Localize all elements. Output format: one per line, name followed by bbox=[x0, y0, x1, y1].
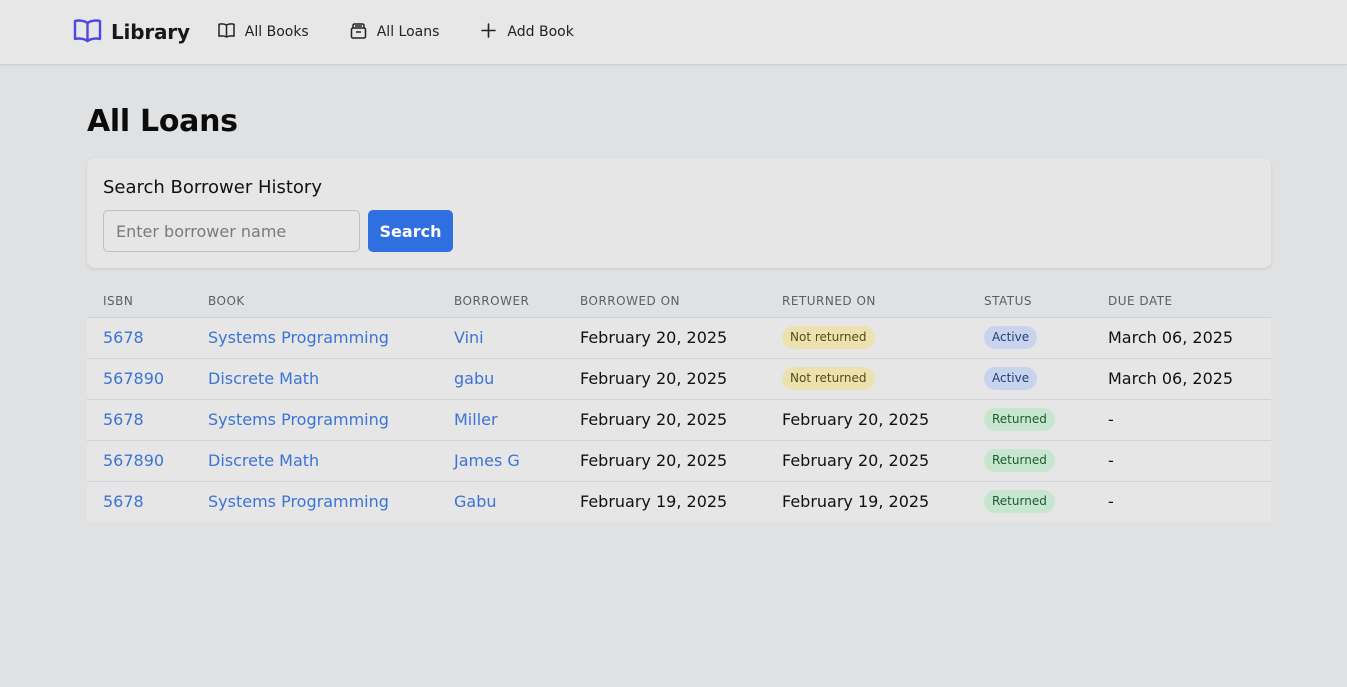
nav-all-loans[interactable]: All Loans bbox=[349, 21, 440, 44]
borrowed-on: February 20, 2025 bbox=[580, 410, 728, 429]
book-link[interactable]: Systems Programming bbox=[208, 492, 389, 511]
not-returned-badge: Not returned bbox=[782, 326, 875, 349]
borrowed-on: February 20, 2025 bbox=[580, 369, 728, 388]
isbn-link[interactable]: 5678 bbox=[103, 328, 144, 347]
header-borrowed-on: BORROWED ON bbox=[564, 285, 766, 318]
status-badge: Returned bbox=[984, 408, 1055, 431]
borrower-link[interactable]: Miller bbox=[454, 410, 498, 429]
book-link[interactable]: Discrete Math bbox=[208, 451, 319, 470]
nav-all-loans-label: All Loans bbox=[376, 24, 440, 40]
table-header-row: ISBN BOOK BORROWER BORROWED ON RETURNED … bbox=[87, 285, 1271, 318]
nav-add-book[interactable]: Add Book bbox=[479, 21, 574, 44]
book-open-icon bbox=[73, 18, 102, 47]
borrower-search-input[interactable] bbox=[103, 210, 360, 252]
table-row: 5678 Systems Programming Vini February 2… bbox=[87, 317, 1271, 359]
book-link[interactable]: Systems Programming bbox=[208, 410, 389, 429]
book-link[interactable]: Discrete Math bbox=[208, 369, 319, 388]
borrowed-on: February 20, 2025 bbox=[580, 328, 728, 347]
book-open-icon bbox=[217, 21, 245, 44]
main-content: All Loans Search Borrower History Search… bbox=[0, 104, 1347, 522]
plus-icon bbox=[479, 21, 507, 44]
status-badge: Returned bbox=[984, 490, 1055, 514]
header-isbn: ISBN bbox=[87, 285, 192, 318]
archive-icon bbox=[349, 21, 377, 44]
search-card: Search Borrower History Search bbox=[87, 158, 1271, 268]
search-card-title: Search Borrower History bbox=[103, 177, 322, 198]
header-status: STATUS bbox=[968, 285, 1092, 318]
table-row: 5678 Systems Programming Miller February… bbox=[87, 399, 1271, 441]
borrower-link[interactable]: gabu bbox=[454, 369, 494, 388]
search-button[interactable]: Search bbox=[368, 210, 453, 252]
brand-title: Library bbox=[111, 20, 190, 44]
due-date: March 06, 2025 bbox=[1108, 328, 1234, 347]
header-borrower: BORROWER bbox=[438, 285, 564, 318]
table-row: 567890 Discrete Math James G February 20… bbox=[87, 440, 1271, 482]
table-row: 5678 Systems Programming Gabu February 1… bbox=[87, 481, 1271, 522]
table-row: 567890 Discrete Math gabu February 20, 2… bbox=[87, 358, 1271, 400]
nav-all-books-label: All Books bbox=[244, 24, 309, 40]
isbn-link[interactable]: 5678 bbox=[103, 410, 144, 429]
isbn-link[interactable]: 5678 bbox=[103, 492, 144, 511]
due-date: March 06, 2025 bbox=[1108, 369, 1234, 388]
returned-on: February 19, 2025 bbox=[782, 492, 930, 512]
returned-on: February 20, 2025 bbox=[782, 451, 930, 470]
brand-link[interactable]: Library bbox=[73, 18, 190, 47]
loans-table: ISBN BOOK BORROWER BORROWED ON RETURNED … bbox=[87, 285, 1271, 522]
header-due-date: DUE DATE bbox=[1092, 285, 1271, 318]
book-link[interactable]: Systems Programming bbox=[208, 328, 389, 347]
top-navbar: Library All Books All Loans Add Book bbox=[0, 0, 1347, 65]
status-badge: Returned bbox=[984, 449, 1055, 472]
borrowed-on: February 20, 2025 bbox=[580, 451, 728, 470]
due-date: - bbox=[1108, 492, 1114, 512]
header-returned-on: RETURNED ON bbox=[766, 285, 968, 318]
borrower-link[interactable]: James G bbox=[454, 451, 520, 470]
search-row: Search bbox=[103, 210, 1255, 252]
isbn-link[interactable]: 567890 bbox=[103, 451, 164, 470]
due-date: - bbox=[1108, 451, 1114, 470]
nav-all-books[interactable]: All Books bbox=[217, 21, 309, 44]
status-badge: Active bbox=[984, 326, 1038, 349]
page-title: All Loans bbox=[87, 104, 238, 139]
status-badge: Active bbox=[984, 367, 1038, 390]
header-book: BOOK bbox=[192, 285, 438, 318]
due-date: - bbox=[1108, 410, 1114, 429]
returned-on: February 20, 2025 bbox=[782, 410, 930, 429]
borrower-link[interactable]: Vini bbox=[454, 328, 484, 347]
borrower-link[interactable]: Gabu bbox=[454, 492, 497, 511]
isbn-link[interactable]: 567890 bbox=[103, 369, 164, 388]
nav-add-book-label: Add Book bbox=[507, 24, 574, 40]
borrowed-on: February 19, 2025 bbox=[580, 492, 728, 512]
not-returned-badge: Not returned bbox=[782, 367, 875, 390]
